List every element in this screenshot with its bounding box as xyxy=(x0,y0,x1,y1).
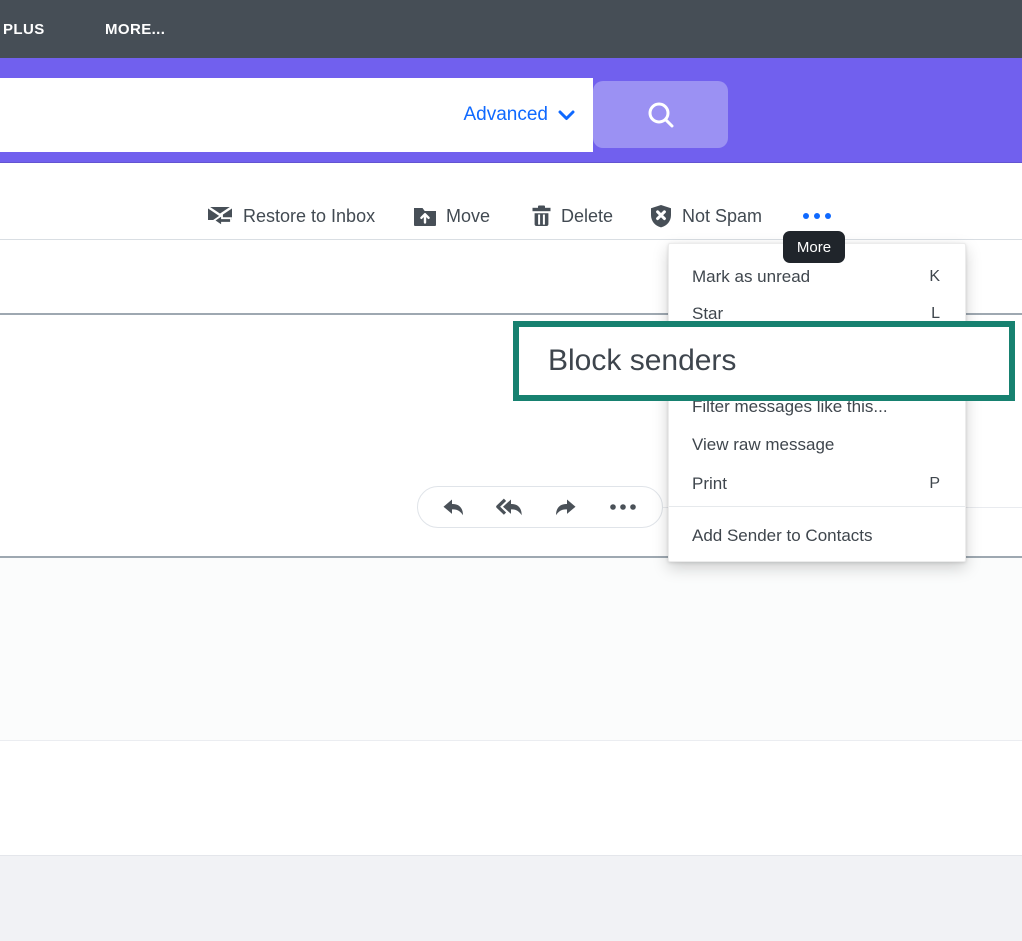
message-list-band xyxy=(0,558,1022,741)
move-folder-icon xyxy=(413,206,437,227)
nav-item-more[interactable]: MORE... xyxy=(105,0,165,58)
not-spam-label: Not Spam xyxy=(682,206,762,227)
chevron-down-icon xyxy=(558,110,575,121)
top-nav-bar: PLUS MORE... xyxy=(0,0,1022,58)
menu-item-label: Add Sender to Contacts xyxy=(692,526,940,546)
menu-item-block-senders-highlighted[interactable]: Block senders xyxy=(513,321,1015,401)
more-dots-icon xyxy=(800,211,834,221)
reply-actions-pill xyxy=(417,486,663,528)
search-input-area: Advanced xyxy=(0,78,593,152)
mail-app-window: PLUS MORE... Advanced xyxy=(0,0,1022,941)
forward-icon xyxy=(554,498,577,517)
shield-x-icon xyxy=(649,204,673,228)
shortcut-key: P xyxy=(929,475,940,493)
reply-icon xyxy=(442,498,465,517)
move-label: Move xyxy=(446,206,490,227)
menu-separator xyxy=(669,506,965,507)
message-toolbar: Restore to Inbox Move Delet xyxy=(0,163,1022,240)
restore-to-inbox-icon xyxy=(207,205,234,227)
footer-area xyxy=(0,855,1022,941)
reply-button[interactable] xyxy=(442,498,465,517)
restore-to-inbox-label: Restore to Inbox xyxy=(243,206,375,227)
nav-item-plus[interactable]: PLUS xyxy=(3,0,45,58)
menu-item-label: View raw message xyxy=(692,435,940,455)
menu-item-print[interactable]: Print P xyxy=(669,471,965,497)
search-input[interactable] xyxy=(0,78,463,152)
toolbar-more-button[interactable] xyxy=(800,207,834,225)
search-icon xyxy=(646,100,676,130)
tooltip-label: More xyxy=(797,239,831,256)
message-more-button[interactable] xyxy=(608,503,638,511)
reply-all-button[interactable] xyxy=(496,498,524,517)
delete-button[interactable]: Delete xyxy=(531,201,613,231)
block-senders-label: Block senders xyxy=(548,344,736,378)
more-dropdown-menu: Mark as unread K Star L Filter messages … xyxy=(668,243,966,562)
restore-to-inbox-button[interactable]: Restore to Inbox xyxy=(207,201,375,231)
menu-item-mark-as-unread[interactable]: Mark as unread K xyxy=(669,264,965,290)
forward-button[interactable] xyxy=(554,498,577,517)
trash-icon xyxy=(531,205,552,227)
delete-label: Delete xyxy=(561,206,613,227)
search-header: Advanced xyxy=(0,58,1022,163)
more-tooltip: More xyxy=(783,231,845,263)
move-button[interactable]: Move xyxy=(413,201,490,231)
advanced-label: Advanced xyxy=(463,104,548,126)
menu-item-add-sender-to-contacts[interactable]: Add Sender to Contacts xyxy=(669,523,965,549)
advanced-search-dropdown[interactable]: Advanced xyxy=(463,104,593,126)
reply-all-icon xyxy=(496,498,524,517)
menu-item-view-raw-message[interactable]: View raw message xyxy=(669,432,965,458)
ellipsis-icon xyxy=(608,503,638,511)
menu-item-label: Print xyxy=(692,474,929,494)
shortcut-key: K xyxy=(929,268,940,286)
menu-item-label: Mark as unread xyxy=(692,267,929,287)
search-button[interactable] xyxy=(593,81,728,148)
not-spam-button[interactable]: Not Spam xyxy=(649,201,762,231)
